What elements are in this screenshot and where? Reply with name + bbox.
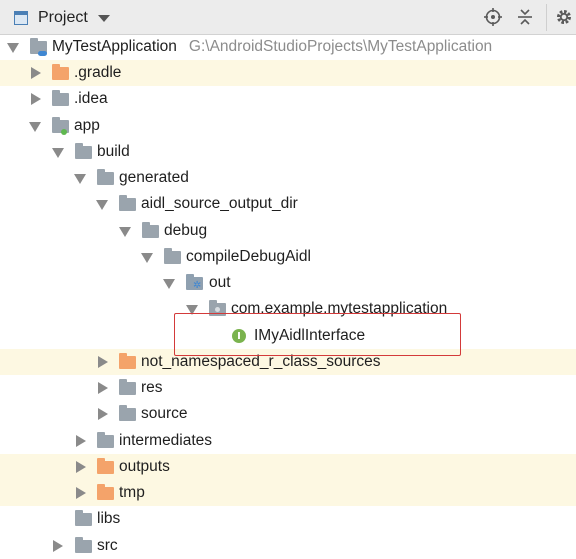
tree-item-label: libs bbox=[97, 510, 121, 527]
tree-item-src[interactable]: src bbox=[0, 533, 576, 559]
project-toolbar: Project bbox=[0, 0, 576, 35]
tree-item-label: build bbox=[97, 143, 130, 160]
tree-item-label: tmp bbox=[119, 484, 145, 501]
project-view-title: Project bbox=[38, 9, 88, 26]
tree-item-label: app bbox=[74, 117, 100, 134]
tree-item-label: src bbox=[97, 537, 118, 554]
settings-gear-icon[interactable] bbox=[553, 6, 575, 28]
tree-item-debug[interactable]: debug bbox=[0, 218, 576, 244]
tree-item-label: not_namespaced_r_class_sources bbox=[141, 353, 381, 370]
interface-icon: I bbox=[232, 329, 246, 343]
tree-item-out[interactable]: ✲ out bbox=[0, 270, 576, 296]
collapsed-arrow-icon[interactable] bbox=[31, 93, 41, 105]
expand-arrow-icon[interactable] bbox=[141, 253, 153, 263]
tree-item-mytestapplication[interactable]: MyTestApplication G:\AndroidStudioProject… bbox=[0, 34, 576, 60]
tree-item-idea[interactable]: .idea bbox=[0, 86, 576, 112]
gear-badge-icon: ✲ bbox=[193, 280, 202, 291]
expand-arrow-icon[interactable] bbox=[74, 174, 86, 184]
tree-item-aidl-source-output-dir[interactable]: aidl_source_output_dir bbox=[0, 191, 576, 217]
collapsed-arrow-icon[interactable] bbox=[31, 67, 41, 79]
folder-icon bbox=[164, 248, 181, 264]
project-path: G:\AndroidStudioProjects\MyTestApplicati… bbox=[188, 38, 493, 55]
tree-item-outputs[interactable]: outputs bbox=[0, 454, 576, 480]
tree-item-label: outputs bbox=[119, 458, 170, 475]
tree-item-label: intermediates bbox=[119, 432, 213, 449]
tree-item-generated[interactable]: generated bbox=[0, 165, 576, 191]
android-badge-icon bbox=[61, 129, 67, 135]
folder-icon bbox=[119, 379, 136, 395]
orange-folder-icon bbox=[97, 484, 114, 500]
folder-icon bbox=[97, 432, 114, 448]
tree-item-label: com.example.mytestapplication bbox=[231, 300, 448, 317]
package-dot-icon bbox=[215, 307, 220, 312]
expand-arrow-icon[interactable] bbox=[52, 148, 64, 158]
tree-item-build[interactable]: build bbox=[0, 139, 576, 165]
tree-item-label: compileDebugAidl bbox=[186, 248, 311, 265]
tree-item-tmp[interactable]: tmp bbox=[0, 480, 576, 506]
tree-item-app[interactable]: app bbox=[0, 113, 576, 139]
collapsed-arrow-icon[interactable] bbox=[53, 540, 63, 552]
collapse-all-icon[interactable] bbox=[514, 6, 536, 28]
folder-icon bbox=[75, 143, 92, 159]
locate-target-icon[interactable] bbox=[482, 6, 504, 28]
orange-folder-icon bbox=[97, 458, 114, 474]
tree-item-res[interactable]: res bbox=[0, 375, 576, 401]
expand-arrow-icon[interactable] bbox=[186, 305, 198, 315]
expand-arrow-icon[interactable] bbox=[96, 200, 108, 210]
tree-item-not-namespaced-r-class-sources[interactable]: not_namespaced_r_class_sources bbox=[0, 349, 576, 375]
folder-icon bbox=[75, 537, 92, 553]
collapsed-arrow-icon[interactable] bbox=[98, 408, 108, 420]
tree-item-label: MyTestApplication bbox=[52, 38, 177, 55]
tree-item-source[interactable]: source bbox=[0, 401, 576, 427]
orange-folder-icon bbox=[52, 64, 69, 80]
folder-icon bbox=[52, 90, 69, 106]
collapsed-arrow-icon[interactable] bbox=[76, 435, 86, 447]
folder-icon bbox=[75, 510, 92, 526]
tree-item-label: .idea bbox=[74, 90, 108, 107]
tree-item-label: IMyAidlInterface bbox=[254, 327, 366, 344]
expand-arrow-icon[interactable] bbox=[119, 227, 131, 237]
project-view-selector[interactable]: Project bbox=[14, 8, 110, 28]
tree-item-label: out bbox=[209, 274, 231, 291]
expand-arrow-icon[interactable] bbox=[163, 279, 175, 289]
tree-item-label: res bbox=[141, 379, 163, 396]
tree-item-imyaidlinterface[interactable]: I IMyAidlInterface bbox=[0, 323, 576, 349]
folder-icon bbox=[119, 195, 136, 211]
orange-folder-icon bbox=[119, 353, 136, 369]
tree-item-intermediates[interactable]: intermediates bbox=[0, 428, 576, 454]
expand-arrow-icon[interactable] bbox=[7, 43, 19, 53]
toolbar-separator bbox=[546, 4, 547, 31]
tree-item-libs[interactable]: libs bbox=[0, 506, 576, 532]
tree-item-label: debug bbox=[164, 222, 208, 239]
tree-item-package[interactable]: com.example.mytestapplication bbox=[0, 296, 576, 322]
collapsed-arrow-icon[interactable] bbox=[98, 356, 108, 368]
collapsed-arrow-icon[interactable] bbox=[76, 487, 86, 499]
tree-item-label: aidl_source_output_dir bbox=[141, 195, 298, 212]
dropdown-caret-icon[interactable] bbox=[97, 14, 110, 22]
tree-item-gradle[interactable]: .gradle bbox=[0, 60, 576, 86]
collapsed-arrow-icon[interactable] bbox=[76, 461, 86, 473]
tree-item-compiledebugaidl[interactable]: compileDebugAidl bbox=[0, 244, 576, 270]
expand-arrow-icon[interactable] bbox=[29, 122, 41, 132]
folder-icon bbox=[119, 405, 136, 421]
module-badge-icon bbox=[38, 51, 47, 56]
tree-item-label: source bbox=[141, 405, 188, 422]
folder-icon bbox=[142, 222, 159, 238]
folder-icon bbox=[97, 169, 114, 185]
project-view-icon bbox=[14, 11, 28, 25]
tree-item-label: .gradle bbox=[74, 64, 122, 81]
tree-item-label: generated bbox=[119, 169, 189, 186]
collapsed-arrow-icon[interactable] bbox=[98, 382, 108, 394]
